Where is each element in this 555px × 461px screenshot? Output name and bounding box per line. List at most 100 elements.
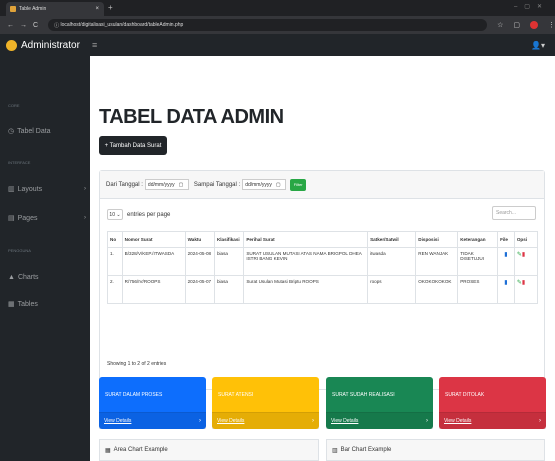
sidebar-toggle-icon[interactable]: ≡ xyxy=(92,40,97,50)
table-row: 1. B/328/V/KEP./ITWASDA 2024-05-08 biasa SUR… xyxy=(107,247,539,276)
url-field[interactable]: ⓘ localhost/digitalisasi_usulan/dashboar… xyxy=(48,19,488,31)
table-cell-perihal: SURAT USULAN MUTASI ATAS NAMA BRIGPOL DH… xyxy=(243,247,369,276)
to-date-label: Sampai Tanggal : xyxy=(193,181,241,188)
to-date-value: dd/mm/yyyy xyxy=(245,181,272,188)
reload-icon[interactable]: C xyxy=(33,22,44,29)
status-card: SURAT DITOLAK View Details › xyxy=(439,377,546,429)
extensions-icon[interactable]: ▢ xyxy=(513,21,520,29)
column-header[interactable]: File xyxy=(497,231,515,248)
new-tab-button[interactable]: + xyxy=(108,3,113,12)
chevron-right-icon: › xyxy=(84,186,86,192)
view-details-link[interactable]: View Details xyxy=(104,418,131,424)
sidebar-item-charts[interactable]: ▲ Charts xyxy=(8,274,86,281)
sidebar-item-pages[interactable]: ▤ Pages › xyxy=(8,214,86,223)
sidebar-item-tables[interactable]: ▦ Tables xyxy=(8,300,86,309)
column-header[interactable]: Opsi xyxy=(513,231,539,248)
table-cell-klas: biasa xyxy=(213,275,245,304)
sidebar-item-label: Charts xyxy=(17,274,39,281)
area-chart-icon: ▦ xyxy=(105,447,111,454)
browser-tab[interactable]: Table Admin × xyxy=(6,2,104,16)
column-header[interactable]: Waktu xyxy=(184,231,215,248)
column-header[interactable]: No xyxy=(107,231,123,248)
column-header[interactable]: Disposisi xyxy=(415,231,459,248)
sidebar: CORE ◷ Tabel Data INTERFACE ▥ Layouts › ▤ Pa… xyxy=(0,56,90,461)
back-icon[interactable]: ← xyxy=(7,22,20,29)
status-card-title: SURAT DALAM PROSES xyxy=(105,392,163,398)
filter-button[interactable]: Filter xyxy=(290,178,307,191)
book-icon: ▤ xyxy=(8,215,15,222)
add-surat-button[interactable]: + Tambah Data Surat xyxy=(99,136,167,155)
file-cell: ▮ xyxy=(497,275,515,304)
chevron-right-icon: › xyxy=(84,215,86,221)
user-menu-icon[interactable]: 👤▾ xyxy=(531,41,545,50)
forward-icon[interactable]: → xyxy=(20,22,33,29)
delete-icon[interactable]: ▮ xyxy=(522,280,525,286)
bar-chart-icon: ▥ xyxy=(332,447,338,454)
view-details-link[interactable]: View Details xyxy=(444,418,471,424)
tab-close-icon[interactable]: × xyxy=(95,6,99,12)
window-controls[interactable]: –▢✕ xyxy=(514,3,549,10)
sidebar-heading-core: CORE xyxy=(8,103,20,108)
table-card: Dari Tanggal : dd/mm/yyyy ▢ Sampai Tangga… xyxy=(99,170,545,390)
table-cell-perihal: Surat Usulan Mutasi Briptu ROOPS xyxy=(243,275,369,304)
data-table: No Nomor Surat Waktu Klasifikasi Perihal Sur… xyxy=(107,231,539,304)
column-header[interactable]: Klasifikasi xyxy=(213,231,245,248)
entries-label: entries per page xyxy=(127,211,171,218)
browser-toolbar-icons: ☆ ▢ ⋮ xyxy=(497,21,555,29)
dashboard-icon: ◷ xyxy=(8,128,15,135)
table-cell-nomor: B/328/V/KEP./ITWASDA xyxy=(121,247,186,276)
from-date-label: Dari Tanggal : xyxy=(106,181,143,188)
table-cell-ket: PROSES xyxy=(457,275,499,304)
status-card-title: SURAT DITOLAK xyxy=(445,392,485,398)
file-icon[interactable]: ▮ xyxy=(504,280,507,286)
calendar-icon[interactable]: ▢ xyxy=(179,182,184,188)
column-header[interactable]: Satker/Satwil xyxy=(367,231,417,248)
sidebar-item-label: Layouts xyxy=(17,185,43,193)
delete-icon[interactable]: ▮ xyxy=(522,252,525,258)
entries-value: 10 xyxy=(109,211,115,218)
column-header[interactable]: Keterangan xyxy=(457,231,499,248)
table-cell-waktu: 2024-05-08 xyxy=(184,247,215,276)
nav-buttons[interactable]: ←→C xyxy=(7,22,44,29)
table-cell-no: 2. xyxy=(107,275,123,304)
brand[interactable]: Administrator xyxy=(0,39,88,51)
table-icon: ▦ xyxy=(8,301,15,308)
sidebar-item-layouts[interactable]: ▥ Layouts › xyxy=(8,185,86,194)
status-card-footer[interactable]: View Details › xyxy=(439,412,546,429)
table-cell-satker: itwasda xyxy=(367,247,417,276)
from-date-input[interactable]: dd/mm/yyyy ▢ xyxy=(144,179,189,190)
menu-dots-icon[interactable]: ⋮ xyxy=(548,21,555,29)
status-card-footer[interactable]: View Details › xyxy=(99,412,206,429)
table-cell-satker: roops xyxy=(367,275,417,304)
filter-bar: Dari Tanggal : dd/mm/yyyy ▢ Sampai Tangga… xyxy=(100,171,544,199)
star-icon[interactable]: ☆ xyxy=(497,21,503,29)
view-details-link[interactable]: View Details xyxy=(217,418,244,424)
address-bar-row: ←→C ⓘ localhost/digitalisasi_usulan/dash… xyxy=(0,16,555,34)
main-content: TABEL DATA ADMIN + Tambah Data Surat Dar… xyxy=(90,56,555,461)
favicon-icon xyxy=(10,6,16,12)
browser-tab-strip: Table Admin × + –▢✕ xyxy=(0,0,555,16)
bar-chart-title: Bar Chart Example xyxy=(340,447,392,453)
column-header[interactable]: Perihal Surat xyxy=(243,231,369,248)
column-header[interactable]: Nomor Surat xyxy=(121,231,186,248)
status-card-footer[interactable]: View Details › xyxy=(326,412,433,429)
options-cell: ✎▮ xyxy=(513,275,539,304)
calendar-icon[interactable]: ▢ xyxy=(276,182,281,188)
file-icon[interactable]: ▮ xyxy=(504,252,507,258)
table-cell-ket: TIDAK DISETUJUI xyxy=(457,247,499,276)
entries-select[interactable]: 10 ⌄ xyxy=(107,209,123,220)
table-info: Showing 1 to 2 of 2 entries xyxy=(107,361,167,367)
status-card: SURAT SUDAH REALISASI View Details › xyxy=(326,377,433,429)
sidebar-item-dashboard[interactable]: ◷ Tabel Data xyxy=(8,127,86,136)
status-card-title: SURAT SUDAH REALISASI xyxy=(332,392,395,398)
profile-avatar[interactable] xyxy=(530,21,538,29)
chart-icon: ▲ xyxy=(8,274,15,281)
search-input[interactable]: Search... xyxy=(492,206,536,220)
columns-icon: ▥ xyxy=(8,186,15,193)
to-date-input[interactable]: dd/mm/yyyy ▢ xyxy=(242,179,287,190)
sidebar-item-label: Pages xyxy=(17,214,38,222)
status-card-footer[interactable]: View Details › xyxy=(212,412,319,429)
table-cell-no: 1. xyxy=(107,247,123,276)
view-details-link[interactable]: View Details xyxy=(331,418,358,424)
file-cell: ▮ xyxy=(497,247,515,276)
